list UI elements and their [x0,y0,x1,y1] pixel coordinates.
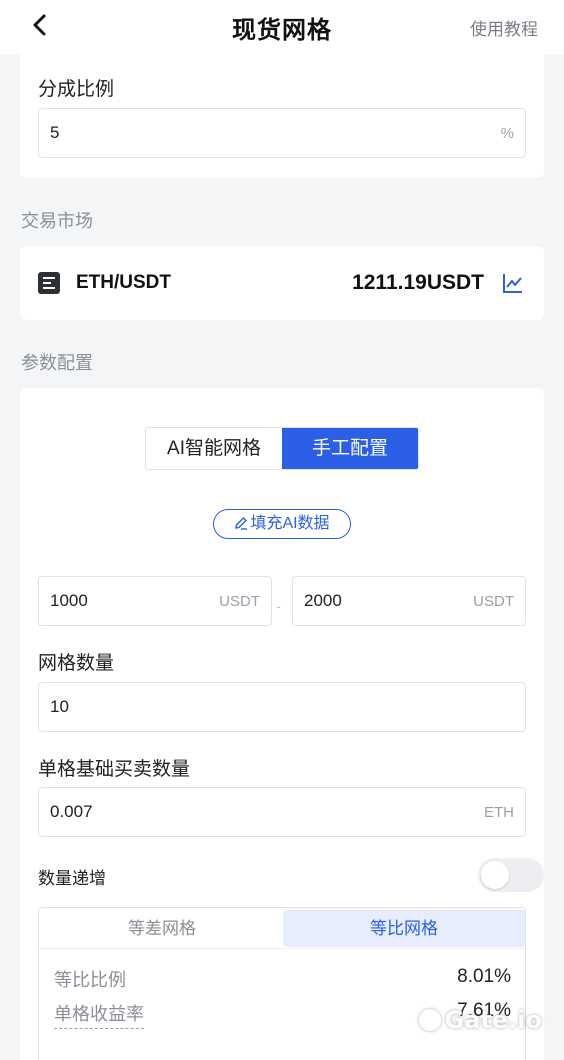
gate-watermark: Gate.io [418,1006,542,1034]
base-amount-input[interactable]: 0.007 ETH [38,787,526,837]
grid-count-value: 10 [50,697,69,716]
header-bar: 现货网格 使用教程 [0,0,564,54]
grid-count-label: 网格数量 [38,653,115,674]
fill-ai-data-button[interactable]: 填充AI数据 [213,509,351,539]
toggle-knob [481,861,509,889]
chart-icon[interactable] [502,272,524,294]
ratio-label: 等比比例 [54,970,126,990]
mode-selector: AI智能网格 手工配置 [145,427,419,470]
split-ratio-label: 分成比例 [38,79,115,100]
tab-ai-grid[interactable]: AI智能网格 [146,428,282,469]
price-high-unit: USDT [473,593,514,610]
profit-rate-label[interactable]: 单格收益率 [54,1000,144,1029]
grid-count-input[interactable]: 10 [38,682,526,732]
base-amount-unit: ETH [484,804,514,821]
split-ratio-input[interactable]: 5 % [38,108,526,158]
trading-pair[interactable]: ETH/USDT [76,272,171,294]
fill-ai-data-label: 填充AI数据 [250,515,330,532]
base-amount-value: 0.007 [50,802,93,821]
price-low-input[interactable]: 1000 USDT [38,576,272,626]
increment-toggle[interactable] [478,858,544,892]
tab-divider [39,948,525,949]
price-high-value: 2000 [304,591,342,610]
edit-icon [235,517,248,530]
price-high-input[interactable]: 2000 USDT [292,576,526,626]
price-range-separator: - [276,598,281,614]
watermark-text: Gate.io [444,1006,542,1034]
tab-geometric-grid[interactable]: 等比网格 [283,910,525,947]
split-ratio-unit: % [500,125,514,142]
market-section-title: 交易市场 [21,211,93,231]
tab-manual-config[interactable]: 手工配置 [282,428,418,469]
base-amount-label: 单格基础买卖数量 [38,759,191,780]
params-section-title: 参数配置 [21,353,93,373]
price-low-value: 1000 [50,591,88,610]
ratio-value: 8.01% [457,966,511,987]
gate-logo-icon [418,1009,441,1031]
tab-arithmetic-grid[interactable]: 等差网格 [41,910,283,947]
increment-label: 数量递增 [38,869,106,888]
tutorial-link[interactable]: 使用教程 [470,15,538,40]
pair-price: 1211.19USDT [352,271,484,294]
price-low-unit: USDT [219,593,260,610]
pair-menu-icon[interactable] [38,272,60,294]
split-ratio-value: 5 [50,123,60,142]
